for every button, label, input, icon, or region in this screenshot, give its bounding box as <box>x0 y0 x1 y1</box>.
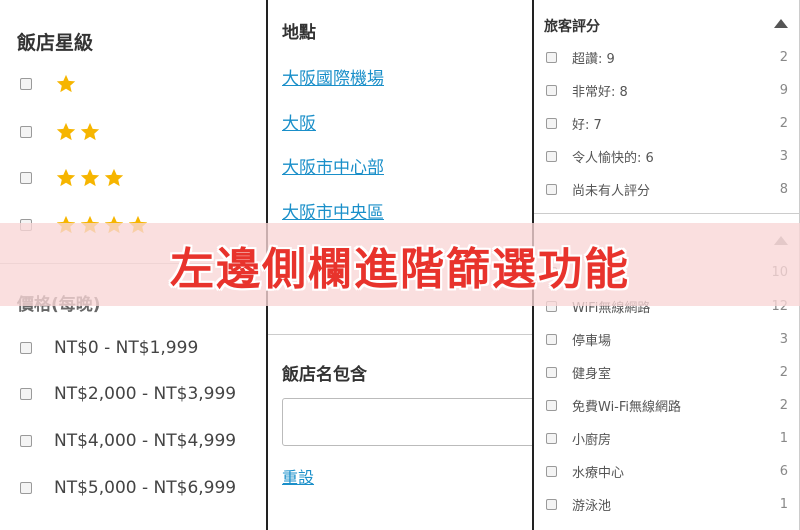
price-option-label: NT$2,000 - NT$3,999 <box>54 384 237 404</box>
checkbox[interactable] <box>546 433 557 444</box>
amenity-option-count: 2 <box>779 398 788 413</box>
price-option[interactable]: NT$4,000 - NT$4,999 <box>20 431 266 451</box>
rating-option[interactable]: 超讚: 9 2 <box>546 48 788 67</box>
location-link[interactable]: 大阪 <box>282 109 316 134</box>
checkbox[interactable] <box>546 52 557 63</box>
banner-overlay: 左邊側欄進階篩選功能 <box>0 223 800 306</box>
checkbox[interactable] <box>20 482 32 494</box>
checkbox[interactable] <box>20 126 32 138</box>
checkbox[interactable] <box>546 499 557 510</box>
rating-option-label: 尚未有人評分 <box>572 184 651 199</box>
amenity-option-label: 健身室 <box>572 367 612 382</box>
star-icon <box>80 122 100 141</box>
star-option[interactable] <box>20 121 266 143</box>
price-option-label: NT$4,000 - NT$4,999 <box>54 431 237 451</box>
rating-option[interactable]: 好: 7 2 <box>546 114 788 133</box>
location-link[interactable]: 大阪市中心部 <box>282 153 384 178</box>
star-option[interactable] <box>20 167 266 189</box>
amenity-option[interactable]: 停車場 3 <box>546 330 788 349</box>
collapse-caret-icon[interactable] <box>774 19 788 28</box>
amenity-option-label: 水療中心 <box>572 466 625 481</box>
checkbox[interactable] <box>546 151 557 162</box>
divider <box>534 213 800 214</box>
amenity-option-label: 游泳池 <box>572 499 612 514</box>
checkbox[interactable] <box>20 435 32 447</box>
rating-option-count: 2 <box>779 116 788 131</box>
rating-option[interactable]: 尚未有人評分 8 <box>546 180 788 199</box>
checkbox[interactable] <box>546 334 557 345</box>
star-icon <box>104 168 124 187</box>
rating-option-count: 2 <box>779 50 788 65</box>
rating-option-count: 8 <box>779 182 788 197</box>
checkbox[interactable] <box>20 172 32 184</box>
amenity-option-count: 6 <box>779 464 788 479</box>
rating-option-count: 3 <box>779 149 788 164</box>
amenity-option[interactable]: 小廚房 1 <box>546 429 788 448</box>
star-rating <box>54 73 78 95</box>
star-icon <box>56 74 76 93</box>
checkbox[interactable] <box>20 78 32 90</box>
rating-option-label: 好: 7 <box>572 118 602 133</box>
rating-option-count: 9 <box>779 83 788 98</box>
star-filter-title: 飯店星級 <box>17 32 94 54</box>
amenity-option-count: 1 <box>779 497 788 512</box>
banner-text: 左邊側欄進階篩選功能 <box>170 243 630 295</box>
rating-option[interactable]: 非常好: 8 9 <box>546 81 788 100</box>
checkbox[interactable] <box>546 118 557 129</box>
name-filter-title: 飯店名包含 <box>282 365 367 385</box>
amenity-option[interactable]: 游泳池 1 <box>546 495 788 514</box>
star-option[interactable] <box>20 73 266 95</box>
price-option[interactable]: NT$0 - NT$1,999 <box>20 338 266 358</box>
amenity-option-label: 停車場 <box>572 334 612 349</box>
star-icon <box>56 168 76 187</box>
amenity-option-count: 3 <box>779 332 788 347</box>
hotel-name-input[interactable] <box>282 398 542 446</box>
checkbox[interactable] <box>20 342 32 354</box>
checkbox[interactable] <box>20 388 32 400</box>
location-filter-title: 地點 <box>282 23 316 43</box>
amenity-option-label: 免費Wi-Fi無線網路 <box>572 400 682 415</box>
amenity-option-label: 小廚房 <box>572 433 612 448</box>
price-option-label: NT$0 - NT$1,999 <box>54 338 199 358</box>
price-option-label: NT$5,000 - NT$6,999 <box>54 478 237 498</box>
divider <box>268 334 532 335</box>
amenity-option-count: 1 <box>779 431 788 446</box>
amenity-option-count: 2 <box>779 365 788 380</box>
rating-option-label: 令人愉快的: 6 <box>572 151 654 166</box>
price-option[interactable]: NT$5,000 - NT$6,999 <box>20 478 266 498</box>
location-link[interactable]: 大阪市中央區 <box>282 198 384 223</box>
star-icon <box>80 168 100 187</box>
rating-option-label: 超讚: 9 <box>572 52 615 67</box>
checkbox[interactable] <box>546 466 557 477</box>
checkbox[interactable] <box>546 184 557 195</box>
checkbox[interactable] <box>546 400 557 411</box>
rating-option[interactable]: 令人愉快的: 6 3 <box>546 147 788 166</box>
amenity-option[interactable]: 健身室 2 <box>546 363 788 382</box>
price-option[interactable]: NT$2,000 - NT$3,999 <box>20 384 266 404</box>
rating-option-label: 非常好: 8 <box>572 85 628 100</box>
checkbox[interactable] <box>546 85 557 96</box>
star-rating <box>54 167 126 189</box>
star-rating <box>54 121 102 143</box>
rating-filter-title: 旅客評分 <box>544 19 600 35</box>
amenity-option[interactable]: 水療中心 6 <box>546 462 788 481</box>
amenity-option[interactable]: 免費Wi-Fi無線網路 2 <box>546 396 788 415</box>
star-icon <box>56 122 76 141</box>
location-link[interactable]: 大阪國際機場 <box>282 64 384 89</box>
reset-link[interactable]: 重設 <box>282 464 314 488</box>
checkbox[interactable] <box>546 367 557 378</box>
